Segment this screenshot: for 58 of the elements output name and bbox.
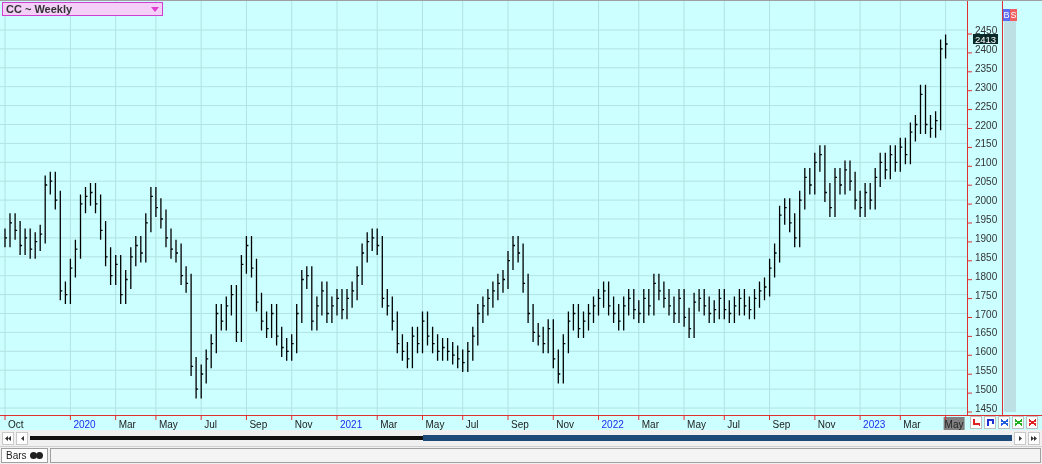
date-label: May [158,419,178,430]
two-dots-icon [29,452,43,459]
price-label: 2200 [975,119,998,131]
date-label: Mar [118,419,136,430]
date-label: 2021 [340,419,363,430]
date-label: Jul [204,419,217,430]
caret-icon [151,6,159,12]
date-label: Jul [727,419,741,430]
date-label: May [944,419,964,430]
price-label: 1800 [975,270,998,282]
date-label: Mar [380,419,398,430]
date-label: Mar [641,419,659,430]
date-label: 2023 [863,419,886,430]
price-label: 2150 [975,138,998,150]
last-price-tag: 2413 [973,33,998,45]
double-left-icon [5,435,11,441]
left-arrow-icon [20,435,24,441]
date-label: Nov [556,419,575,430]
scroll-right-button[interactable] [1014,431,1026,445]
toggle-button[interactable]: B [1003,9,1010,21]
date-label: 2020 [73,419,96,430]
date-label: Sep [511,419,529,430]
price-label: 2250 [975,100,998,112]
price-label: 1600 [975,346,998,358]
price-label: 1850 [975,251,998,263]
date-label: Jul [465,419,479,430]
price-label: 2100 [975,157,998,169]
price-label: 2050 [975,176,998,188]
date-label: Oct [8,419,24,430]
price-label: 2450 [975,25,998,36]
double-right-icon [1031,435,1037,441]
symbol-dropdown[interactable]: CC ~ Weekly [2,2,163,16]
scroll-left-button[interactable] [16,431,28,445]
price-label: 2000 [975,195,998,207]
date-label: Sep [772,419,791,430]
date-label: Mar [903,419,921,430]
price-label: 1900 [975,232,998,244]
scroll-end-button[interactable] [1028,431,1040,445]
price-label: 2350 [975,62,998,74]
date-label: Nov [817,419,836,430]
scroll-start-button[interactable] [2,431,14,445]
date-label: May [687,419,706,430]
price-label: 1750 [975,289,998,301]
price-label: 1650 [975,327,998,339]
price-label: 1700 [975,308,998,320]
bars-tab[interactable]: Bars [1,448,48,463]
price-label: 2400 [975,43,998,55]
price-label: 2300 [975,81,998,93]
scroll-thumb[interactable] [422,435,1012,441]
date-label: Nov [294,419,313,430]
price-label: 1500 [975,384,998,396]
price-label: 1450 [975,403,998,414]
price-label: 1950 [975,214,998,225]
date-label: Sep [249,419,268,430]
date-label: 2022 [601,419,624,430]
price-label: 1550 [975,365,998,377]
right-arrow-icon [1018,435,1022,441]
date-label: May [425,419,445,430]
